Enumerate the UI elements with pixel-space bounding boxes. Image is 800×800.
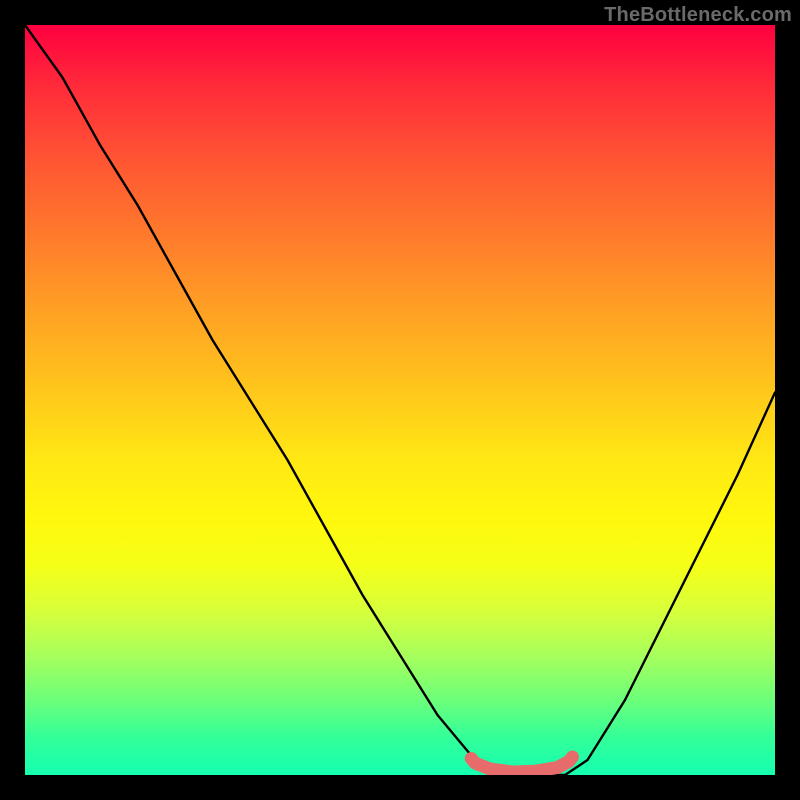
chart-svg bbox=[25, 25, 775, 775]
watermark-text: TheBottleneck.com bbox=[604, 4, 792, 27]
curve-line bbox=[25, 25, 775, 775]
plot-area bbox=[25, 25, 775, 775]
highlight-line bbox=[471, 757, 572, 772]
chart-stage: TheBottleneck.com bbox=[0, 0, 800, 800]
